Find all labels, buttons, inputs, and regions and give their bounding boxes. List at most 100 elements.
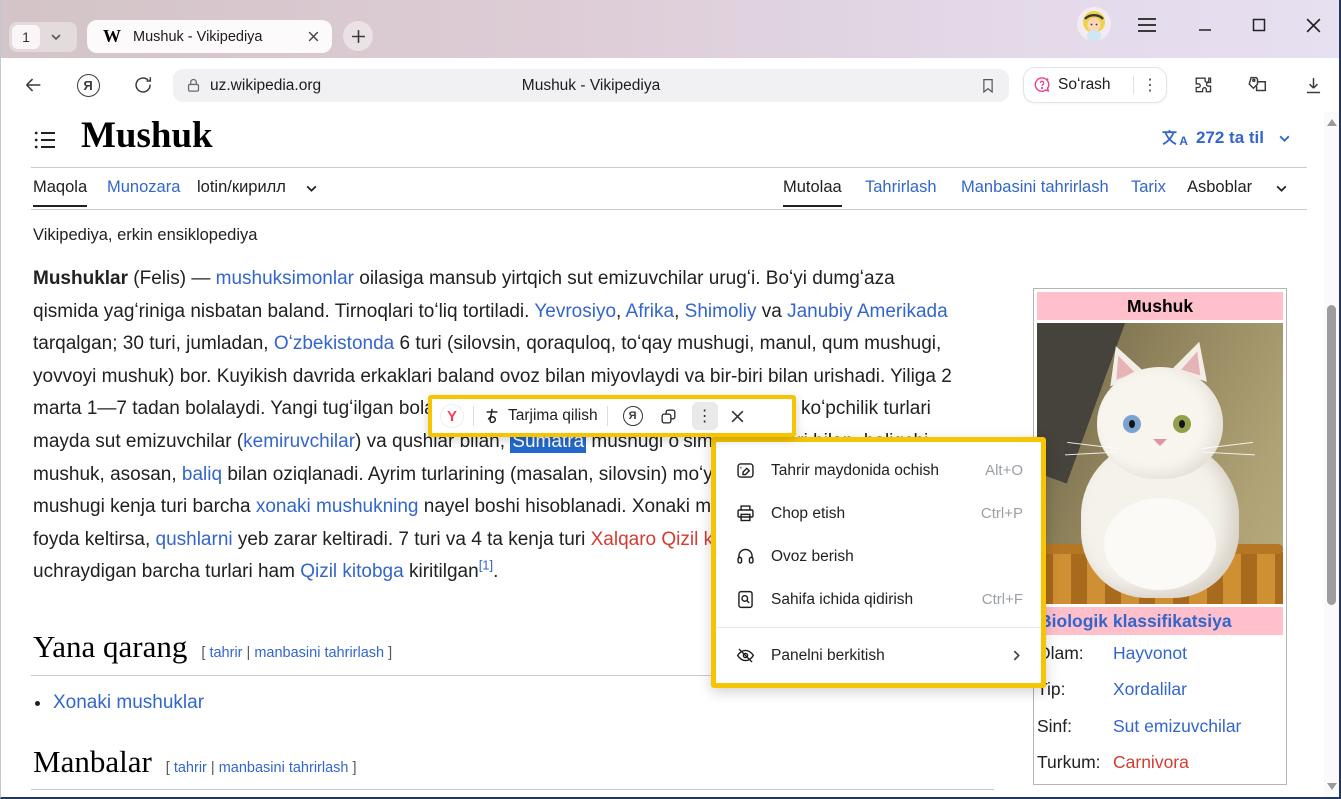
tab-bar-divider [31, 209, 1307, 210]
extensions-icon[interactable] [1191, 73, 1215, 97]
tab-close-icon[interactable] [307, 30, 320, 43]
copy-icon[interactable] [659, 407, 678, 426]
scroll-down-arrow[interactable] [1327, 783, 1337, 790]
taxonomy-row: Tip: Xordalilar [1037, 672, 1283, 709]
tab-counter[interactable]: 1 [9, 22, 77, 52]
url-text: uz.wikipedia.org [210, 77, 321, 95]
scroll-up-arrow[interactable] [1327, 119, 1337, 126]
tab-talk[interactable]: Munozara [107, 178, 180, 197]
address-bar[interactable]: uz.wikipedia.org Mushuk - Vikipediya [173, 69, 1009, 102]
translate-kana-icon[interactable] [483, 407, 501, 425]
edit-window-icon [734, 460, 756, 482]
tab-title: Mushuk - Vikipediya [133, 29, 307, 45]
article-line: Mushuklar (Felis) — mushuksimonlar oilas… [33, 263, 1023, 296]
see-also-link[interactable]: Xonaki mushuklar [53, 692, 204, 714]
article-line: qismida yagʻriniga nisbatan baland. Tirn… [33, 296, 1023, 329]
menu-item-find-in-page[interactable]: Sahifa ichida qidirish Ctrl+F [716, 578, 1041, 621]
browser-tab[interactable]: W Mushuk - Vikipediya [87, 20, 332, 53]
section-edit-links[interactable]: [ tahrir | manbasini tahrirlash ] [166, 760, 357, 776]
browser-toolbar: Я uz.wikipedia.org Mushuk - Vikipediya [1, 58, 1339, 112]
tab-history[interactable]: Tarix [1131, 178, 1166, 197]
menu-divider [716, 627, 1041, 628]
section-sources: Manbalar [ tahrir | manbasini tahrirlash … [33, 744, 357, 780]
page-title: Mushuk [81, 114, 213, 157]
language-selector[interactable]: A 272 ta til [1161, 128, 1291, 148]
downloads-icon[interactable] [1301, 73, 1325, 97]
section-edit-links[interactable]: [ tahrir | manbasini tahrirlash ] [201, 645, 392, 661]
article-line: yovvoyi mushuk) bor. Kuyikish davrida er… [33, 361, 1023, 394]
chevron-down-icon[interactable] [50, 31, 62, 43]
back-button[interactable] [21, 73, 45, 97]
find-in-page-icon [734, 589, 756, 611]
yandex-logo-icon[interactable]: Y [440, 404, 464, 428]
article-line: tarqalgan; 30 turi, jumladan, Oʻzbekisto… [33, 328, 1023, 361]
ask-more-icon[interactable]: ⋮ [1142, 75, 1158, 95]
browser-window: 1 W Mushuk - Vikipediya [0, 0, 1341, 799]
toolbar-context-menu: Tahrir maydonida ochish Alt+O Chop etish… [711, 437, 1046, 688]
taxonomy-row: Sinf: Sut emizuvchilar [1037, 708, 1283, 745]
yandex-home-icon[interactable]: Я [76, 73, 100, 97]
tab-edit[interactable]: Tahrirlash [865, 178, 937, 197]
selection-popup-toolbar: Y Tarjima qilish Я ⋮ [428, 395, 796, 437]
page-scrollbar[interactable] [1324, 112, 1339, 797]
alice-ask-button[interactable]: Soʻrash ⋮ [1023, 67, 1167, 103]
scrollbar-thumb[interactable] [1327, 305, 1336, 605]
tab-variant[interactable]: lotin/кирилл [197, 178, 286, 197]
wikipedia-favicon: W [103, 26, 121, 47]
chevron-down-icon [1278, 132, 1291, 145]
menu-item-open-in-editor[interactable]: Tahrir maydonida ochish Alt+O [716, 449, 1041, 492]
language-count: 272 ta til [1196, 128, 1264, 148]
window-minimize-button[interactable] [1193, 13, 1217, 37]
toc-list-icon[interactable] [33, 128, 57, 152]
printer-icon [734, 503, 756, 525]
menu-item-shortcut: Ctrl+F [982, 591, 1023, 608]
menu-item-label: Chop etish [771, 505, 845, 523]
collections-icon[interactable] [1245, 73, 1269, 97]
divider [607, 406, 608, 426]
new-tab-button[interactable] [343, 21, 373, 51]
menu-item-read-aloud[interactable]: Ovoz berish [716, 535, 1041, 578]
menu-item-shortcut: Ctrl+P [981, 505, 1023, 522]
taxon-link[interactable]: Sut emizuvchilar [1113, 716, 1241, 737]
taxon-link-red[interactable]: Carnivora [1113, 752, 1189, 773]
taxon-link[interactable]: Xordalilar [1113, 679, 1187, 700]
taxon-link[interactable]: Hayvonot [1113, 643, 1187, 664]
menu-item-hide-panel[interactable]: Panelni berkitish [716, 634, 1041, 677]
section-title: Yana qarang [33, 629, 187, 664]
reload-button[interactable] [131, 73, 155, 97]
tab-read[interactable]: Mutolaa [783, 178, 842, 207]
close-icon[interactable] [730, 409, 745, 424]
tab-strip: 1 W Mushuk - Vikipediya [1, 0, 1339, 58]
taxobox: Mushuk Biologik klassifikatsiya [1033, 288, 1287, 785]
eye-off-icon [734, 645, 756, 667]
alice-chat-icon [1032, 75, 1052, 95]
site-tagline: Vikipediya, erkin ensiklopediya [33, 226, 257, 245]
translate-label[interactable]: Tarjima qilish [508, 407, 598, 425]
tab-edit-source[interactable]: Manbasini tahrirlash [961, 178, 1109, 197]
article-tab-bar: Maqola Munozara lotin/кирилл Mutolaa Tah… [33, 174, 1299, 209]
user-avatar[interactable] [1077, 7, 1111, 41]
section-see-also: Yana qarang [ tahrir | manbasini tahrirla… [33, 629, 392, 665]
tab-article[interactable]: Maqola [33, 178, 87, 207]
lock-icon[interactable] [185, 77, 202, 94]
header-divider [31, 167, 1307, 168]
browser-menu-icon[interactable] [1135, 13, 1159, 37]
window-maximize-button[interactable] [1247, 13, 1271, 37]
cat-photo[interactable] [1037, 323, 1283, 604]
section-title: Manbalar [33, 744, 152, 779]
ask-label: Soʻrash [1058, 76, 1111, 94]
classification-header[interactable]: Biologik klassifikatsiya [1037, 607, 1283, 635]
tab-tools[interactable]: Asboblar [1187, 178, 1252, 197]
yandex-search-icon[interactable]: Я [623, 406, 643, 426]
more-options-icon[interactable]: ⋮ [692, 402, 718, 430]
chevron-down-icon[interactable] [1275, 182, 1288, 195]
menu-item-print[interactable]: Chop etish Ctrl+P [716, 492, 1041, 535]
submenu-chevron-icon [1010, 649, 1023, 662]
menu-item-label: Sahifa ichida qidirish [771, 591, 913, 609]
bookmark-icon[interactable] [979, 77, 997, 95]
menu-item-label: Ovoz berish [771, 548, 854, 566]
taxonomy-row: Turkum: Carnivora [1037, 745, 1283, 782]
window-close-button[interactable] [1301, 13, 1325, 37]
chevron-down-icon[interactable] [305, 182, 318, 195]
menu-item-label: Tahrir maydonida ochish [771, 462, 939, 480]
